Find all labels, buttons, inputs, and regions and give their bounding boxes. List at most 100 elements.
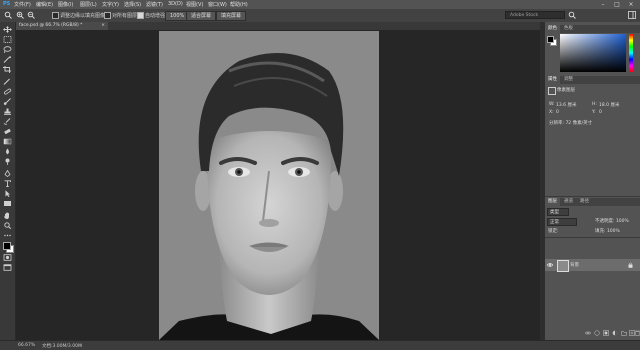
close-tab-icon[interactable]: × (101, 22, 105, 30)
panel-divider (545, 196, 640, 197)
layer-style-icon[interactable] (594, 330, 600, 336)
fill-screen-button[interactable]: 填充屏幕 (216, 11, 247, 21)
zoom-out-icon[interactable] (27, 11, 35, 19)
layer-row-background[interactable]: 背景 (545, 259, 640, 272)
clone-stamp-tool-icon[interactable] (3, 108, 12, 115)
trash-icon[interactable] (635, 330, 640, 336)
brush-tool-icon[interactable] (3, 98, 12, 105)
workspace-icon[interactable] (628, 11, 636, 19)
gradient-tool-icon[interactable] (3, 138, 12, 145)
menu-file[interactable]: 文件(F) (14, 1, 31, 8)
move-tool-icon[interactable] (3, 26, 12, 33)
fill-field[interactable]: 填充: 100% (595, 228, 620, 234)
adjustment-layer-icon[interactable] (612, 330, 618, 336)
x-value[interactable]: 0 (556, 110, 559, 115)
portrait-photo (159, 31, 379, 340)
tab-channels[interactable]: 通道 (561, 198, 576, 206)
document-tab-label: face.psd @ 66.7% (RGB/8) * (19, 23, 83, 28)
color-picker-field[interactable] (560, 34, 626, 72)
zoom-tool-icon[interactable] (3, 222, 12, 230)
lasso-tool-icon[interactable] (3, 46, 12, 54)
quick-mask-icon[interactable] (3, 254, 12, 261)
color-swatches[interactable] (3, 242, 14, 253)
fit-screen-button[interactable]: 适合屏幕 (186, 11, 217, 21)
foreground-color-swatch[interactable] (3, 242, 11, 250)
screen-mode-icon[interactable] (3, 264, 12, 271)
eyedropper-tool-icon[interactable] (3, 78, 12, 85)
status-arrow-icon[interactable]: › (80, 343, 82, 349)
history-brush-tool-icon[interactable] (3, 118, 12, 125)
document-info: 文档:3.00M/3.00M (42, 344, 82, 349)
width-value[interactable]: 13.6 厘米 (556, 102, 576, 108)
scrubby-zoom-checkbox[interactable] (137, 12, 144, 19)
pen-tool-icon[interactable] (3, 169, 12, 178)
marquee-tool-icon[interactable] (3, 36, 12, 43)
zoom-in-icon[interactable] (16, 11, 24, 19)
menu-view[interactable]: 视图(V) (186, 1, 203, 8)
zoom-all-checkbox[interactable] (104, 12, 111, 19)
close-window-button[interactable]: × (624, 0, 638, 9)
color-panel-tabs: 颜色 色板 (545, 25, 640, 33)
resize-windows-checkbox[interactable] (52, 12, 59, 19)
type-tool-icon[interactable] (3, 180, 12, 187)
search-icon[interactable] (568, 11, 576, 19)
layer-thumbnail (557, 260, 569, 272)
color-fg-bg-swatches[interactable] (547, 36, 557, 46)
add-mask-icon[interactable] (603, 330, 609, 336)
menu-3d[interactable]: 3D(D) (168, 1, 183, 7)
layer-lock-icon (628, 262, 633, 268)
new-group-icon[interactable] (621, 330, 627, 336)
opacity-field[interactable]: 不透明度: 100% (595, 218, 629, 224)
options-bar: 调整边缘以填充图像 对所有图层 自动增强 100% 适合屏幕 填充屏幕 Adob… (0, 9, 640, 23)
menu-filter[interactable]: 滤镜(T) (146, 1, 163, 8)
menu-image[interactable]: 图像(I) (58, 1, 73, 8)
y-value[interactable]: 0 (599, 110, 602, 115)
layer-name[interactable]: 背景 (570, 262, 579, 268)
layer-kind-filter[interactable]: 类型 (547, 208, 569, 216)
blur-tool-icon[interactable] (3, 148, 12, 155)
tab-adjustments[interactable]: 调整 (561, 76, 576, 84)
resize-windows-label: 调整边缘以填充图像 (60, 13, 106, 19)
menu-type[interactable]: 文字(Y) (102, 1, 119, 8)
tab-paths[interactable]: 路径 (577, 198, 592, 206)
healing-tool-icon[interactable] (3, 88, 12, 95)
properties-panel-tabs: 属性 调整 (545, 76, 640, 84)
hand-tool-icon[interactable] (3, 212, 12, 219)
dodge-tool-icon[interactable] (3, 158, 12, 165)
blend-mode-value: 正常 (550, 220, 559, 225)
shape-tool-icon[interactable] (3, 200, 12, 207)
width-label: W: (549, 102, 555, 107)
document-canvas[interactable] (159, 31, 379, 340)
right-panels: 颜色 色板 属性 调整 像素图层 W: 13.6 厘米 H: 18.0 厘米 X… (545, 22, 640, 340)
menu-bar: PS 文件(F) 编辑(E) 图像(I) 图层(L) 文字(Y) 选择(S) 滤… (0, 0, 640, 9)
height-value[interactable]: 18.0 厘米 (599, 102, 619, 108)
tab-layers[interactable]: 图层 (545, 198, 560, 206)
blend-mode-select[interactable]: 正常 (547, 218, 577, 226)
app-logo: PS (3, 1, 11, 7)
canvas-area[interactable] (16, 30, 540, 340)
menu-select[interactable]: 选择(S) (124, 1, 141, 8)
properties-title: 像素图层 (557, 88, 575, 93)
link-layers-icon[interactable] (585, 330, 591, 336)
maximize-button[interactable]: □ (610, 0, 624, 9)
quick-select-tool-icon[interactable] (3, 56, 12, 63)
path-select-tool-icon[interactable] (3, 190, 12, 197)
crop-tool-icon[interactable] (3, 66, 12, 73)
zoom-level[interactable]: 66.67% (18, 343, 35, 348)
menu-layer[interactable]: 图层(L) (80, 1, 97, 8)
visibility-eye-icon[interactable] (546, 262, 554, 268)
menu-edit[interactable]: 编辑(E) (36, 1, 53, 8)
minimize-button[interactable]: – (596, 0, 610, 9)
eraser-tool-icon[interactable] (3, 128, 12, 135)
stock-search-input[interactable]: Adobe Stock (505, 11, 565, 19)
tab-swatches[interactable]: 色板 (561, 25, 576, 33)
menu-help[interactable]: 帮助(H) (230, 1, 248, 8)
menu-window[interactable]: 窗口(W) (208, 1, 227, 8)
hue-slider[interactable] (629, 34, 633, 72)
color-panel-fg-swatch[interactable] (547, 36, 554, 43)
more-tools-icon[interactable] (3, 232, 12, 239)
document-tab[interactable]: face.psd @ 66.7% (RGB/8) * × (16, 22, 108, 30)
tab-properties[interactable]: 属性 (545, 76, 560, 84)
tab-color[interactable]: 颜色 (545, 25, 560, 33)
tool-preset-icon[interactable] (4, 11, 12, 19)
